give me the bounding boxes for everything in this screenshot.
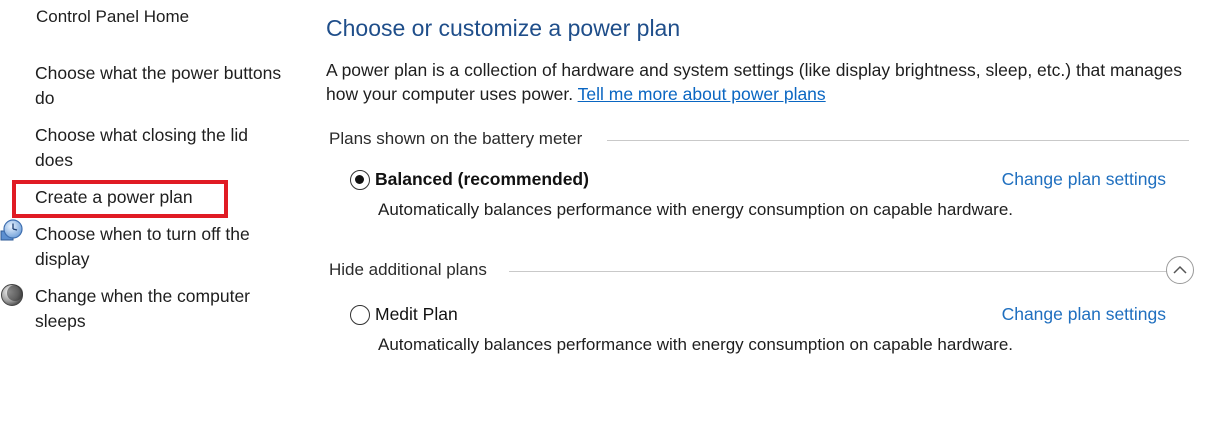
control-panel-home-link[interactable]: Control Panel Home	[36, 7, 189, 27]
intro-paragraph: A power plan is a collection of hardware…	[326, 58, 1206, 106]
divider	[607, 140, 1189, 141]
sidebar-item-turn-off-display[interactable]: Choose when to turn off the display	[35, 222, 285, 272]
radio-selected-dot	[355, 175, 364, 184]
additional-plans-header-label[interactable]: Hide additional plans	[329, 260, 497, 280]
main-content: Choose or customize a power plan A power…	[326, 0, 1206, 430]
plan-row-medit: Medit Plan Change plan settings	[350, 303, 1166, 327]
balanced-plan-name[interactable]: Balanced (recommended)	[375, 169, 589, 190]
balanced-change-plan-settings-link[interactable]: Change plan settings	[1002, 169, 1166, 190]
page-title: Choose or customize a power plan	[326, 15, 681, 41]
tell-me-more-link[interactable]: Tell me more about power plans	[578, 84, 826, 104]
additional-plans-group-header[interactable]: Hide additional plans	[329, 260, 1189, 282]
sidebar: Control Panel Home Choose what the power…	[0, 0, 300, 430]
balanced-plan-description: Automatically balances performance with …	[378, 200, 1014, 219]
medit-plan-description: Automatically balances performance with …	[378, 335, 1014, 354]
plan-row-balanced: Balanced (recommended) Change plan setti…	[350, 168, 1166, 192]
medit-plan-radio[interactable]	[350, 305, 370, 325]
collapse-additional-plans-button[interactable]	[1166, 256, 1194, 284]
medit-plan-name[interactable]: Medit Plan	[375, 304, 458, 325]
sidebar-item-closing-lid[interactable]: Choose what closing the lid does	[35, 123, 285, 173]
balanced-radio[interactable]	[350, 170, 370, 190]
medit-change-plan-settings-link[interactable]: Change plan settings	[1002, 304, 1166, 325]
power-options-window: Control Panel Home Choose what the power…	[0, 0, 1230, 430]
battery-plans-group-header: Plans shown on the battery meter	[329, 129, 1189, 151]
moon-sleep-icon	[0, 283, 24, 307]
display-clock-icon	[0, 219, 24, 243]
divider	[509, 271, 1171, 272]
sidebar-item-power-buttons[interactable]: Choose what the power buttons do	[35, 61, 285, 111]
sidebar-item-create-power-plan[interactable]: Create a power plan	[35, 185, 285, 210]
chevron-up-icon	[1173, 265, 1187, 274]
sidebar-item-computer-sleeps[interactable]: Change when the computer sleeps	[35, 284, 285, 334]
battery-plans-header-label: Plans shown on the battery meter	[329, 129, 593, 149]
